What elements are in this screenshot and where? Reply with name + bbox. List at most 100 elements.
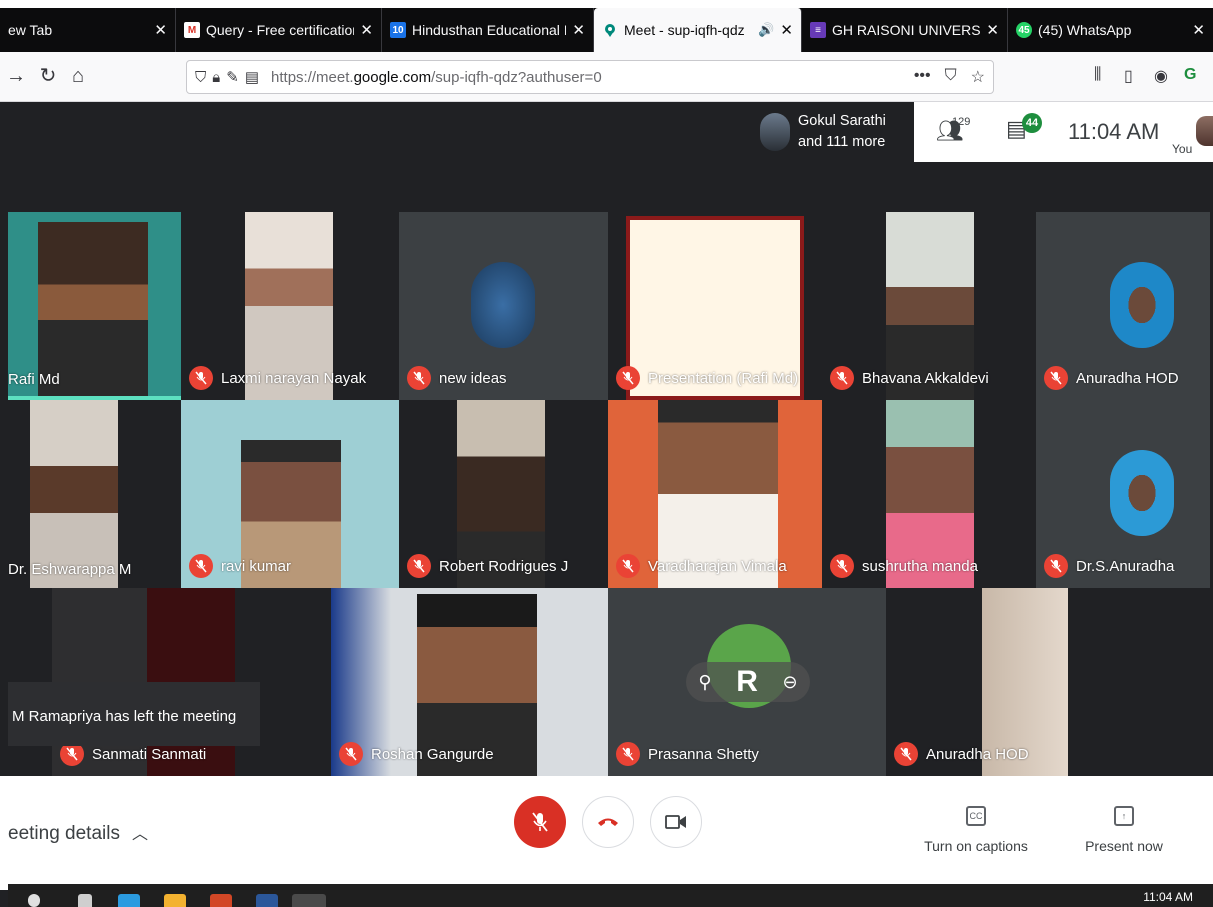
tab-meet[interactable]: Meet - sup-iqfh-qdz 🔊 ✕ — [594, 8, 802, 52]
participant-tile[interactable]: Anuradha HOD — [1036, 212, 1210, 400]
participant-tile[interactable]: Presentation (Rafi Md) — [608, 212, 822, 400]
forms-icon: ≡ — [810, 22, 826, 38]
participant-tile[interactable]: Dr.S.Anuradha — [1036, 400, 1210, 588]
participant-name: Robert Rodrigues J — [399, 554, 568, 578]
meeting-info-panel: 👥︎ 129 ▤ 44 11:04 AM You — [914, 102, 1213, 162]
tab-label: (45) WhatsApp — [1038, 22, 1132, 38]
participant-tile[interactable]: new ideas — [399, 212, 608, 400]
forward-icon[interactable]: → — [4, 64, 28, 88]
participant-name: Anuradha HOD — [886, 742, 1029, 766]
captions-button[interactable]: CC Turn on captions — [924, 806, 1028, 854]
participant-name: Dr. Eshwarappa M — [8, 561, 132, 578]
participant-name: Laxmi narayan Nayak — [181, 366, 366, 390]
mic-off-icon — [1044, 554, 1068, 578]
browser-tab-strip: ew Tab ✕ M Query - Free certification on… — [0, 8, 1213, 52]
participant-name: Bhavana Akkaldevi — [822, 366, 989, 390]
camera-toggle-button[interactable] — [650, 796, 702, 848]
pin-letter: R — [736, 665, 758, 698]
remove-icon[interactable]: ⊖ — [783, 672, 798, 693]
tab-new-tab[interactable]: ew Tab ✕ — [0, 8, 176, 52]
close-icon[interactable]: ✕ — [572, 21, 585, 39]
folder-icon[interactable] — [164, 894, 186, 907]
speaker-icon[interactable]: 🔊 — [758, 22, 774, 38]
mic-off-icon — [830, 554, 854, 578]
present-now-button[interactable]: ↑ Present now — [1080, 806, 1168, 854]
home-icon[interactable]: ⌂ — [66, 64, 90, 88]
more-icon[interactable]: ••• — [914, 67, 931, 87]
participant-name: Presentation (Rafi Md) — [608, 366, 798, 390]
tab-gmail[interactable]: M Query - Free certification onlin ✕ — [176, 8, 382, 52]
participant-name: Anuradha HOD — [1036, 366, 1179, 390]
close-icon[interactable]: ✕ — [780, 21, 793, 39]
search-icon[interactable] — [28, 894, 40, 907]
reload-icon[interactable]: ↻ — [36, 64, 60, 88]
pin-icon[interactable]: ⚲ — [698, 672, 711, 693]
word-icon[interactable] — [256, 894, 278, 907]
chevron-up-icon: ︿ — [131, 826, 148, 843]
tab-calendar[interactable]: 10 Hindusthan Educational Institu ✕ — [382, 8, 594, 52]
meet-icon — [602, 22, 618, 38]
tab-whatsapp[interactable]: 45 (45) WhatsApp ✕ — [1008, 8, 1213, 52]
browser-toolbar: → ↻ ⌂ ⛉ 🔒︎ ✎ ▤ https://meet.google.com/s… — [0, 52, 1213, 102]
microphone-toggle-button[interactable] — [514, 796, 566, 848]
mic-off-icon — [616, 554, 640, 578]
participant-tile[interactable]: Varadharajan Vimala — [608, 400, 822, 588]
avatar — [471, 262, 535, 348]
task-view-icon[interactable] — [78, 894, 92, 907]
tab-forms[interactable]: ≡ GH RAISONI UNIVERSITY - Goo ✕ — [802, 8, 1008, 52]
reader-icon[interactable]: ▤ — [245, 68, 259, 86]
tile-controls: ⚲ R ⊖ — [686, 662, 810, 702]
participant-name: ravi kumar — [181, 554, 291, 578]
close-icon[interactable]: ✕ — [154, 21, 167, 39]
permissions-icon[interactable]: ✎ — [226, 68, 239, 86]
meeting-details-button[interactable]: eeting details ︿ — [8, 820, 148, 845]
leave-call-button[interactable] — [582, 796, 634, 848]
participant-name: Dr.S.Anuradha — [1036, 554, 1174, 578]
mic-off-icon — [532, 812, 548, 832]
meet-top-bar: Gokul Sarathi and 111 more 👥︎ 129 ▤ 44 1… — [752, 102, 1213, 162]
firefox-icon[interactable] — [292, 894, 326, 907]
meeting-clock: 11:04 AM — [1068, 119, 1160, 144]
presenter-more: and 111 more — [798, 134, 886, 150]
url-bar[interactable]: ⛉ 🔒︎ ✎ ▤ https://meet.google.com/sup-iqf… — [186, 60, 994, 94]
close-icon[interactable]: ✕ — [1192, 21, 1205, 39]
mic-off-icon — [894, 742, 918, 766]
account-icon[interactable]: ◉ — [1154, 66, 1168, 86]
participant-tile[interactable]: Roshan Gangurde — [331, 588, 608, 776]
tab-label: Meet - sup-iqfh-qdz — [624, 22, 745, 38]
grammarly-icon[interactable]: G — [1184, 66, 1196, 84]
presenter-chip[interactable]: Gokul Sarathi and 111 more — [752, 102, 914, 162]
powerpoint-icon[interactable] — [210, 894, 232, 907]
lock-icon[interactable]: 🔒︎ — [212, 69, 220, 86]
meet-controls-bar: eeting details ︿ CC Turn on captions ↑ Pr… — [0, 776, 1213, 890]
participant-tile[interactable]: Bhavana Akkaldevi — [822, 212, 1036, 400]
present-icon: ↑ — [1114, 806, 1134, 826]
shield-icon[interactable]: ⛉ — [195, 69, 206, 86]
participant-tile[interactable]: ravi kumar — [181, 400, 399, 588]
close-icon[interactable]: ✕ — [986, 21, 999, 39]
bookmark-star-icon[interactable]: ☆ — [971, 67, 985, 87]
pocket-icon[interactable]: ⛉ — [945, 67, 957, 87]
mic-off-icon — [616, 366, 640, 390]
self-avatar[interactable] — [1196, 116, 1213, 146]
tab-label: Query - Free certification onlin — [206, 22, 355, 38]
library-icon[interactable]: ⫼ — [1094, 66, 1101, 84]
people-count: 129 — [952, 116, 971, 128]
participant-tile[interactable]: sushrutha manda — [822, 400, 1036, 588]
participant-tile[interactable]: Anuradha HOD — [886, 588, 1210, 776]
calendar-icon: 10 — [390, 22, 406, 38]
participant-tile[interactable]: Rafi Md — [8, 212, 181, 400]
participant-tile[interactable]: Dr. Eshwarappa M — [8, 400, 181, 588]
tab-label: Hindusthan Educational Institu — [412, 22, 566, 38]
participant-name: Roshan Gangurde — [331, 742, 494, 766]
close-icon[interactable]: ✕ — [360, 21, 373, 39]
participant-tile[interactable]: Robert Rodrigues J — [399, 400, 608, 588]
sidebar-icon[interactable]: ▯ — [1124, 66, 1133, 86]
whatsapp-icon: 45 — [1016, 22, 1032, 38]
participant-tile[interactable]: Laxmi narayan Nayak — [181, 212, 399, 400]
mic-off-icon — [339, 742, 363, 766]
mic-off-icon — [189, 554, 213, 578]
edge-icon[interactable] — [118, 894, 140, 907]
avatar — [760, 113, 790, 151]
you-label: You — [1172, 142, 1193, 156]
